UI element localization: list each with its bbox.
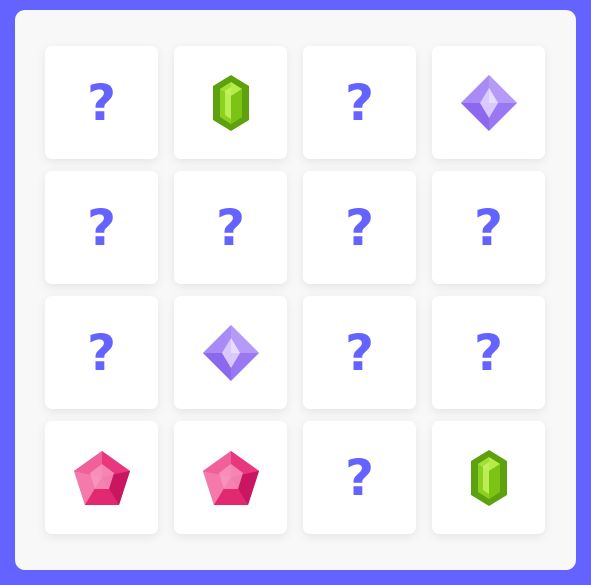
question-mark: ? <box>473 323 503 382</box>
card-6[interactable]: ? <box>174 171 287 284</box>
question-mark: ? <box>86 323 116 382</box>
question-mark: ? <box>473 198 503 257</box>
card-10[interactable] <box>174 296 287 409</box>
card-15[interactable]: ? <box>303 421 416 534</box>
card-3[interactable]: ? <box>303 46 416 159</box>
green-emerald-icon <box>469 449 509 507</box>
question-mark: ? <box>344 198 374 257</box>
card-4[interactable] <box>432 46 545 159</box>
card-8[interactable]: ? <box>432 171 545 284</box>
question-mark: ? <box>344 448 374 507</box>
game-board: ? ? ? ? ? ? ? ? ? ? <box>15 10 576 570</box>
question-mark: ? <box>86 198 116 257</box>
card-7[interactable]: ? <box>303 171 416 284</box>
card-13[interactable] <box>45 421 158 534</box>
question-mark: ? <box>344 323 374 382</box>
card-12[interactable]: ? <box>432 296 545 409</box>
purple-diamond-icon <box>460 74 518 132</box>
card-1[interactable]: ? <box>45 46 158 159</box>
card-14[interactable] <box>174 421 287 534</box>
question-mark: ? <box>344 73 374 132</box>
card-5[interactable]: ? <box>45 171 158 284</box>
pink-pentagon-gem-icon <box>202 450 260 506</box>
question-mark: ? <box>215 198 245 257</box>
card-16[interactable] <box>432 421 545 534</box>
purple-diamond-icon <box>202 324 260 382</box>
pink-pentagon-gem-icon <box>73 450 131 506</box>
card-11[interactable]: ? <box>303 296 416 409</box>
card-grid: ? ? ? ? ? ? ? ? ? ? <box>45 46 545 534</box>
card-9[interactable]: ? <box>45 296 158 409</box>
card-2[interactable] <box>174 46 287 159</box>
question-mark: ? <box>86 73 116 132</box>
green-emerald-icon <box>211 74 251 132</box>
